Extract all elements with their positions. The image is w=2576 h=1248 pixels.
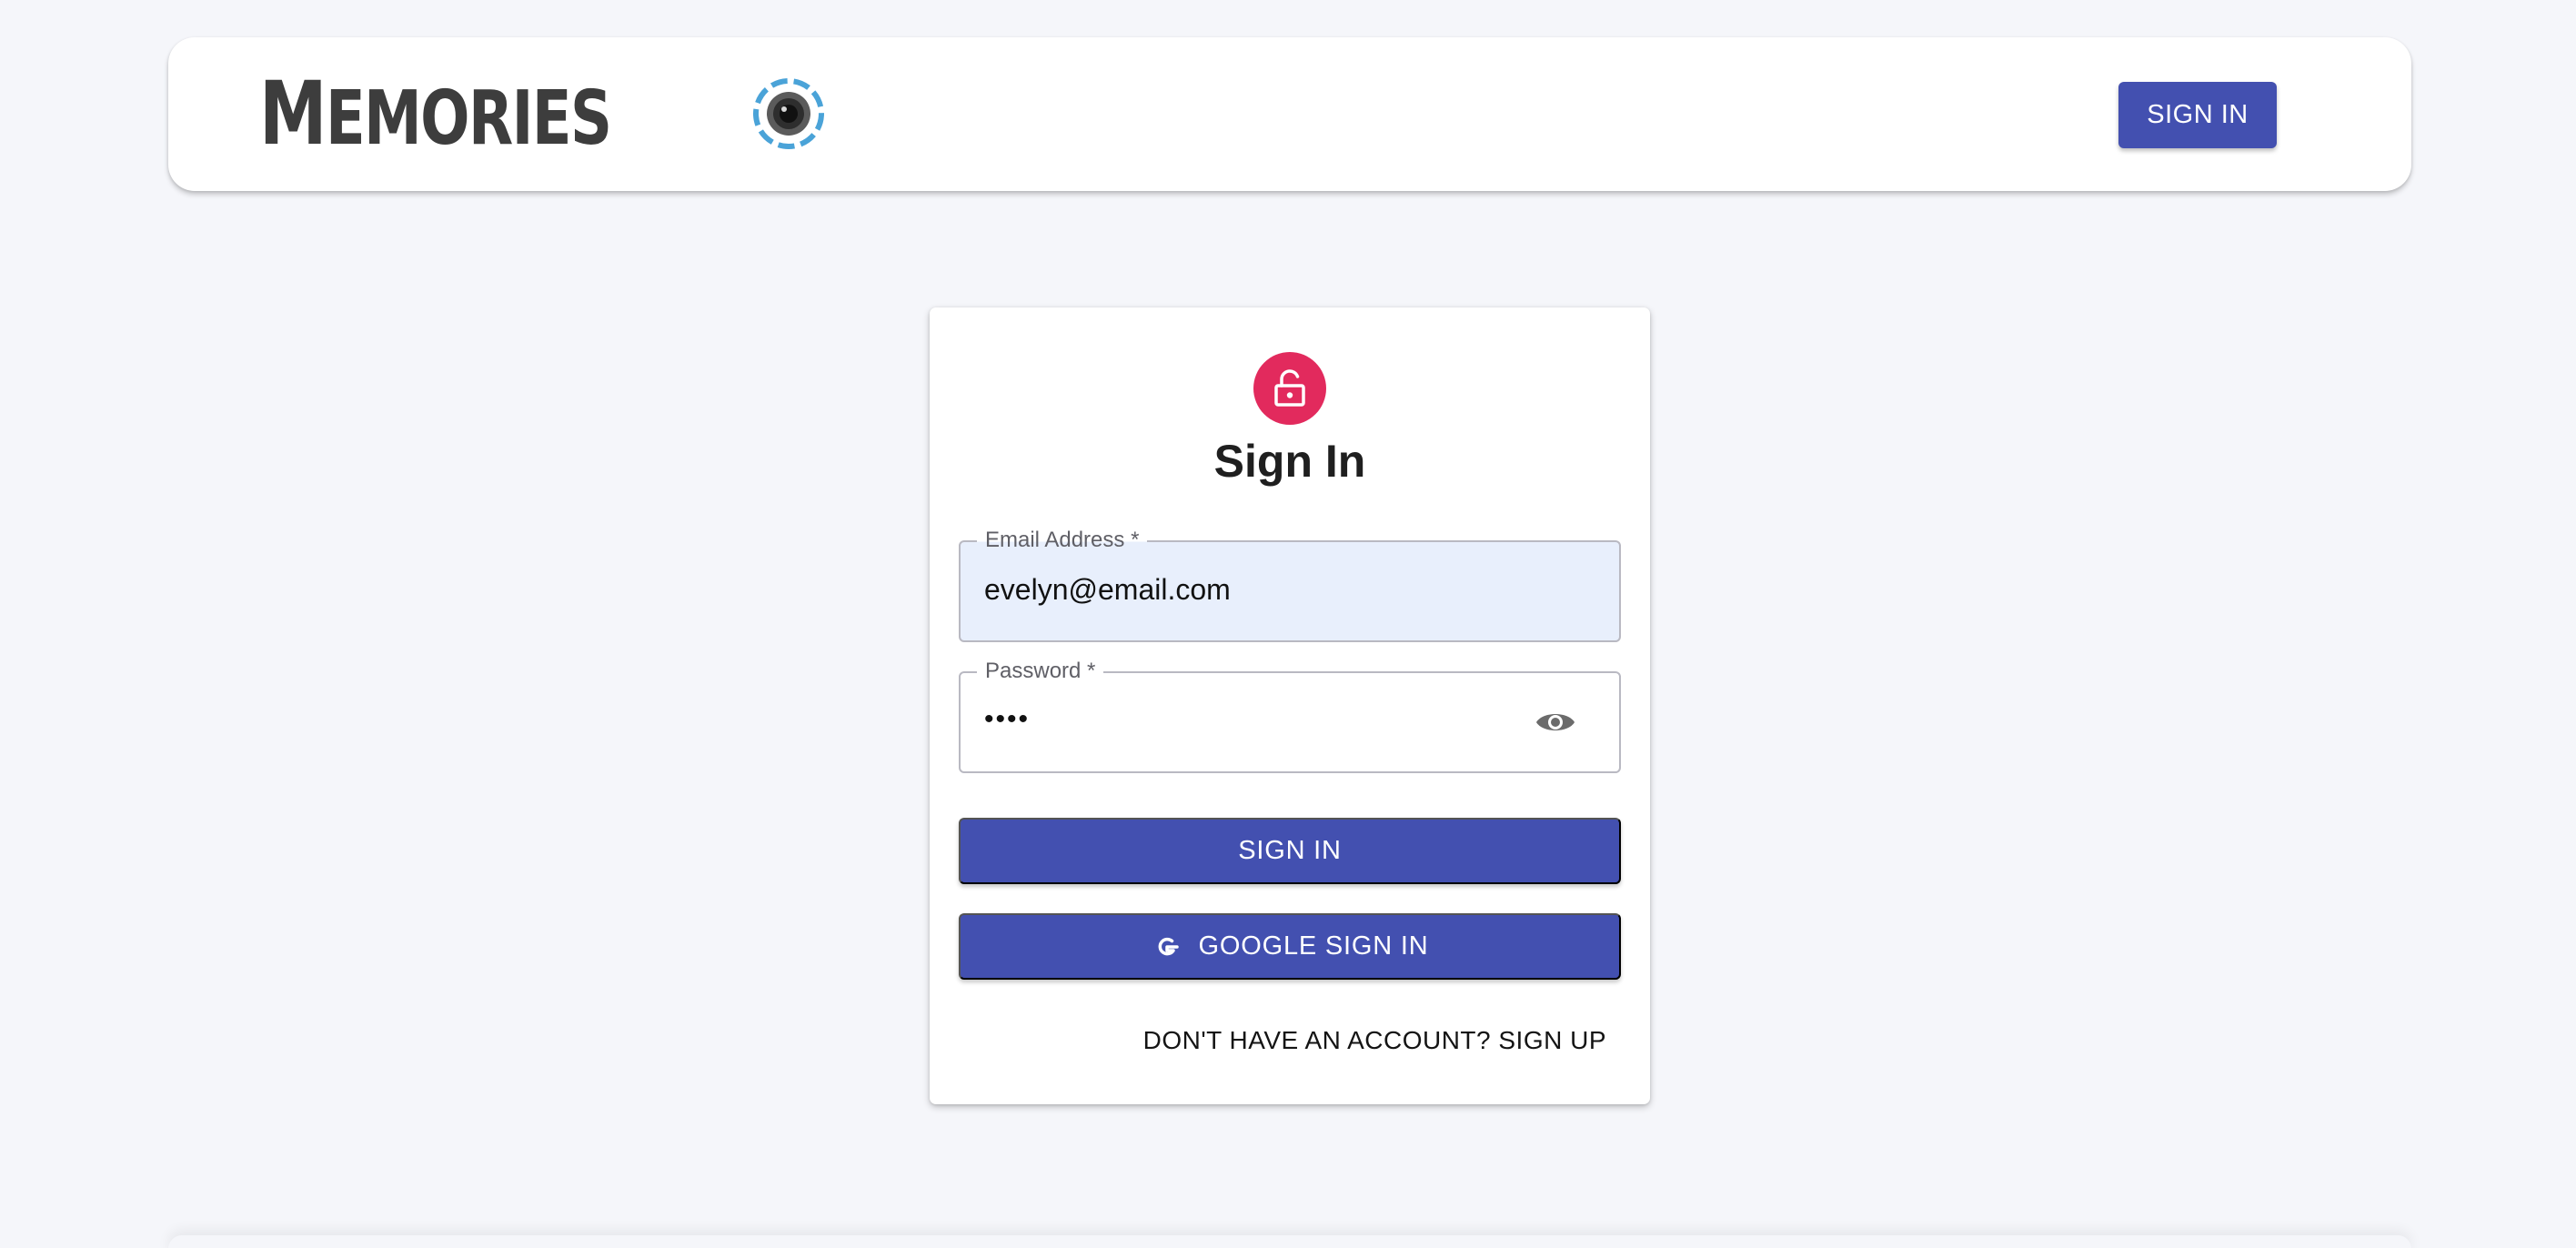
password-input[interactable]: •••• (984, 704, 1030, 735)
email-input[interactable]: evelyn@email.com (984, 573, 1231, 607)
email-field[interactable]: Email Address * evelyn@email.com (959, 527, 1621, 642)
sign-in-card: Sign In Email Address * evelyn@email.com… (930, 307, 1650, 1104)
google-icon (1152, 931, 1182, 962)
footer-edge (168, 1235, 2411, 1248)
password-field[interactable]: Password * •••• (959, 658, 1621, 773)
brand[interactable]: MEMORIES (259, 68, 824, 159)
sign-up-link[interactable]: DON'T HAVE AN ACCOUNT? SIGN UP (1143, 1026, 1606, 1055)
camera-lens-icon (750, 75, 827, 152)
sign-in-button[interactable]: SIGN IN (959, 818, 1621, 884)
google-sign-in-button[interactable]: GOOGLE SIGN IN (959, 913, 1621, 980)
brand-title-rest: EMORIES (325, 75, 612, 162)
password-label: Password * (977, 658, 1104, 685)
page: MEMORIES SIGN IN Sign In Email Address *… (0, 0, 2576, 1248)
brand-title: MEMORIES (259, 70, 612, 157)
sign-in-title: Sign In (1213, 436, 1366, 487)
email-label: Email Address * (977, 527, 1148, 554)
eye-icon[interactable] (1534, 702, 1577, 742)
app-bar: MEMORIES SIGN IN (168, 37, 2411, 191)
brand-title-initial: M (259, 63, 327, 165)
lock-open-icon (1253, 352, 1326, 425)
google-sign-in-label: GOOGLE SIGN IN (1198, 931, 1429, 961)
header-sign-in-button[interactable]: SIGN IN (2118, 82, 2277, 148)
